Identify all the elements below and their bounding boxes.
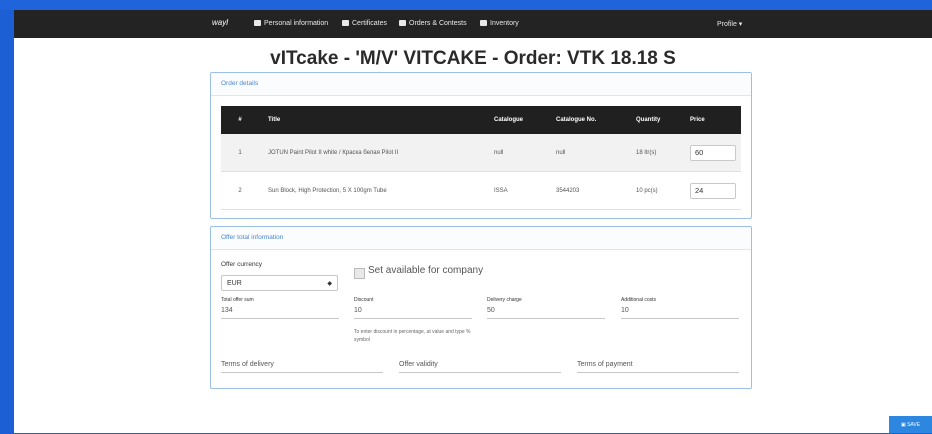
set-available-label: Set available for company <box>368 265 484 276</box>
order-table: # Title Catalogue Catalogue No. Quantity… <box>221 106 741 210</box>
offer-currency-label: Offer currency <box>221 261 263 268</box>
price-input[interactable] <box>690 144 736 161</box>
save-icon: ▣ <box>900 422 906 428</box>
profile-menu[interactable]: Profile ▾ <box>717 20 742 28</box>
row-title: JOTUN Paint Pilot II white / Краска бела… <box>260 134 486 172</box>
offer-total-heading: Offer total information <box>211 227 751 250</box>
certificate-icon <box>342 20 349 26</box>
row-quantity: 10 pc(s) <box>628 171 682 210</box>
discount-label: Discount <box>354 297 374 303</box>
page-title: vITcake - 'M/V' VITCAKE - Order: VTK 18.… <box>270 48 676 69</box>
row-number: 1 <box>221 134 260 172</box>
order-details-panel: Order details # Title Catalogue Catalogu… <box>210 72 752 219</box>
offer-validity-field[interactable]: Offer validity <box>399 358 561 373</box>
additional-costs-field[interactable]: 10 <box>621 304 739 319</box>
table-row: 2 Sun Block, High Protection, 5 X 100gm … <box>221 171 741 210</box>
total-offer-sum-field[interactable]: 134 <box>221 304 339 319</box>
nav-orders-contests[interactable]: Orders & Contests <box>399 20 467 27</box>
discount-note: To enter discount in percentage, at valu… <box>354 329 471 343</box>
row-catalogue: null <box>486 134 548 172</box>
offer-currency-select[interactable]: EUR ◆ <box>221 275 338 291</box>
row-catalogue: ISSA <box>486 171 548 210</box>
col-catalogue-no: Catalogue No. <box>548 106 628 134</box>
total-offer-sum-label: Total offer sum <box>221 297 254 303</box>
col-catalogue: Catalogue <box>486 106 548 134</box>
table-row: 1 JOTUN Paint Pilot II white / Краска бе… <box>221 134 741 172</box>
navbar: wayl Personal information Certificates O… <box>14 10 932 38</box>
col-price: Price <box>682 106 741 134</box>
row-price-cell <box>682 134 741 172</box>
nav-certificates[interactable]: Certificates <box>342 20 387 27</box>
offer-total-panel: Offer total information Offer currency E… <box>210 226 752 389</box>
discount-field[interactable]: 10 <box>354 304 472 319</box>
table-header-row: # Title Catalogue Catalogue No. Quantity… <box>221 106 741 134</box>
col-number: # <box>221 106 260 134</box>
main-content: vITcake - 'M/V' VITCAKE - Order: VTK 18.… <box>14 38 932 433</box>
row-title: Sun Block, High Protection, 5 X 100gm Tu… <box>260 171 486 210</box>
row-number: 2 <box>221 171 260 210</box>
row-price-cell <box>682 171 741 210</box>
terms-of-delivery-field[interactable]: Terms of delivery <box>221 358 383 373</box>
terms-of-payment-field[interactable]: Terms of payment <box>577 358 739 373</box>
delivery-charge-field[interactable]: 50 <box>487 304 605 319</box>
col-title: Title <box>260 106 486 134</box>
brand-logo[interactable]: wayl <box>212 18 228 27</box>
row-catalogue-no: null <box>548 134 628 172</box>
save-button[interactable]: ▣ SAVE <box>889 416 932 433</box>
row-catalogue-no: 3544203 <box>548 171 628 210</box>
col-quantity: Quantity <box>628 106 682 134</box>
chevron-up-down-icon: ◆ <box>327 281 332 287</box>
nav-personal-information[interactable]: Personal information <box>254 20 328 27</box>
top-band <box>0 0 932 10</box>
id-card-icon <box>254 20 261 26</box>
order-details-heading: Order details <box>211 73 751 96</box>
orders-icon <box>399 20 406 26</box>
row-quantity: 18 ltr(s) <box>628 134 682 172</box>
nav-inventory[interactable]: Inventory <box>480 20 519 27</box>
price-input[interactable] <box>690 182 736 199</box>
additional-costs-label: Additional costs <box>621 297 657 303</box>
delivery-charge-label: Delivery charge <box>487 297 522 303</box>
inventory-icon <box>480 20 487 26</box>
set-available-checkbox[interactable] <box>354 268 365 279</box>
